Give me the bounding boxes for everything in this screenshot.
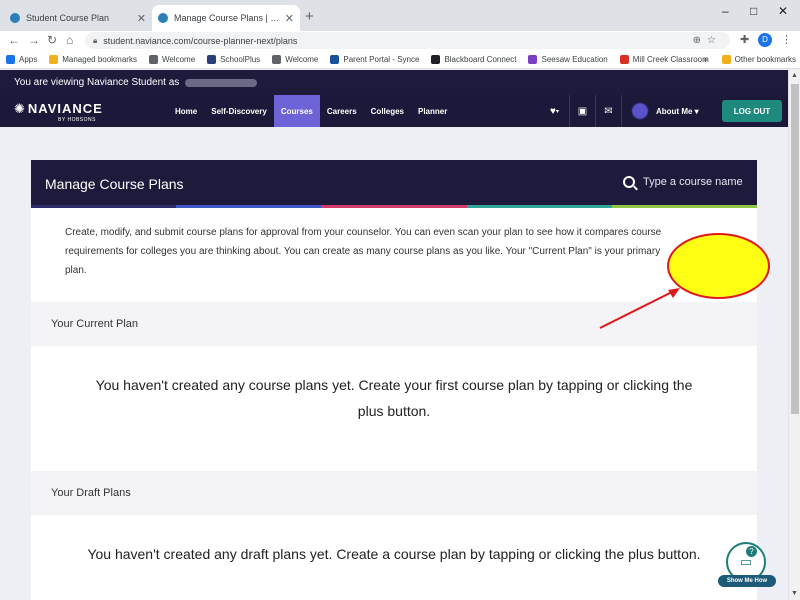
browser-menu-icon[interactable]: ⋮	[781, 33, 792, 46]
bookmark-apps[interactable]: Apps	[6, 54, 37, 64]
bookmark-seesaw[interactable]: Seesaw Education	[528, 54, 608, 64]
back-arrow-icon[interactable]: ←	[8, 32, 20, 48]
messages-chat-icon[interactable]: ▣	[570, 95, 596, 127]
other-bookmarks[interactable]: Other bookmarks	[735, 55, 796, 64]
strip-segment	[31, 205, 177, 208]
course-search	[623, 176, 743, 188]
bookmarks-bar: Apps Managed bookmarks Welcome SchoolPlu…	[0, 50, 800, 69]
scrollbar-thumb[interactable]	[791, 84, 799, 414]
profile-avatar[interactable]: D	[758, 33, 772, 47]
scroll-up-arrow-icon[interactable]: ▲	[791, 72, 798, 79]
draft-plans-title: Your Draft Plans	[51, 487, 131, 499]
browser-tab-student-course-plan[interactable]: Student Course Plan ✕	[4, 5, 152, 31]
forward-arrow-icon[interactable]: →	[28, 32, 40, 48]
mail-envelope-icon[interactable]: ✉	[596, 95, 622, 127]
bookmarks-more-chevron-icon[interactable]: »	[703, 55, 707, 64]
redacted-student-name	[185, 78, 258, 87]
strip-segment	[176, 205, 322, 208]
apps-grid-icon	[6, 54, 15, 64]
blackboard-icon	[431, 54, 441, 64]
naviance-favicon-icon	[158, 13, 168, 23]
course-search-input[interactable]	[643, 176, 743, 188]
close-window-icon[interactable]: ✕	[778, 4, 788, 18]
nav-careers[interactable]: Careers	[320, 95, 364, 127]
bookmark-parent-portal[interactable]: Parent Portal - Synce	[330, 54, 419, 64]
seesaw-icon	[528, 54, 538, 64]
bookmark-managed[interactable]: Managed bookmarks	[49, 54, 137, 64]
tab-title: Student Course Plan	[26, 13, 110, 23]
folder-icon	[49, 54, 59, 64]
globe-icon	[272, 54, 282, 64]
naviance-favicon-icon	[10, 13, 20, 23]
color-strip	[31, 205, 758, 208]
home-icon[interactable]: ⌂	[66, 32, 73, 48]
nav-colleges[interactable]: Colleges	[364, 95, 411, 127]
nav-home[interactable]: Home	[168, 95, 204, 127]
browser-toolbar: ← → ↻ ⌂ 🔒︎ student.naviance.com/course-p…	[0, 31, 800, 50]
bookmark-welcome-2[interactable]: Welcome	[272, 54, 318, 64]
close-tab-icon[interactable]: ✕	[137, 12, 146, 25]
draft-plans-header: Your Draft Plans	[31, 471, 757, 515]
red-arrow-annotation	[599, 288, 680, 329]
strip-segment	[321, 205, 467, 208]
strip-segment	[611, 205, 758, 208]
browser-tab-strip: Student Course Plan ✕ Manage Course Plan…	[0, 0, 800, 31]
bookmark-blackboard[interactable]: Blackboard Connect	[431, 54, 516, 64]
logo-subtitle: BY HOBSONS	[58, 117, 96, 123]
portal-icon	[330, 54, 340, 64]
viewing-as-text: You are viewing Naviance Student as	[14, 77, 180, 88]
youtube-icon	[619, 54, 629, 64]
manage-course-plans-card: Manage Course Plans Create, modify, and …	[31, 160, 758, 600]
bookmark-welcome-1[interactable]: Welcome	[148, 54, 195, 64]
favorites-heart-icon[interactable]: ♥ ▾	[540, 95, 570, 127]
viewing-as-banner: You are viewing Naviance Student as	[0, 70, 788, 95]
current-plan-title: Your Current Plan	[51, 318, 139, 330]
browser-tab-manage-course-plans[interactable]: Manage Course Plans | Course Pl ✕	[152, 5, 300, 31]
navbar-right: ♥ ▾ ▣ ✉ About Me ▾	[540, 95, 699, 127]
bookmark-mill-creek[interactable]: Mill Creek Classroom	[619, 54, 709, 64]
maximize-window-icon[interactable]: □	[750, 4, 757, 18]
bookmark-schoolplus[interactable]: SchoolPlus	[207, 54, 260, 64]
new-tab-button[interactable]: +	[305, 9, 314, 24]
card-header: Manage Course Plans	[31, 160, 757, 205]
nav-courses[interactable]: Courses	[273, 95, 320, 127]
tab-title: Manage Course Plans | Course Pl	[174, 13, 281, 23]
folder-icon	[721, 55, 731, 64]
bookmarks-overflow: » Other bookmarks	[703, 50, 796, 69]
page-title: Manage Course Plans	[45, 176, 184, 192]
minimize-window-icon[interactable]: –	[722, 4, 729, 18]
draft-plans-empty-message: You haven't created any draft plans yet.…	[87, 546, 701, 562]
current-plan-empty-message: You haven't created any course plans yet…	[95, 377, 693, 419]
nav-planner[interactable]: Planner	[411, 95, 454, 127]
page-scrollbar[interactable]: ▲ ▼	[788, 70, 800, 600]
strip-segment	[466, 205, 612, 208]
globe-icon	[148, 54, 158, 64]
show-me-how-label: Show Me How	[718, 575, 776, 587]
address-bar[interactable]: 🔒︎ student.naviance.com/course-planner-n…	[85, 32, 730, 49]
schoolplus-icon	[207, 54, 217, 64]
scroll-down-arrow-icon[interactable]: ▼	[791, 590, 798, 597]
nav-self-discovery[interactable]: Self-Discovery	[204, 95, 274, 127]
zoom-and-star-icons[interactable]: ⊕☆	[693, 35, 722, 46]
search-icon[interactable]	[623, 176, 635, 188]
intro-text: Create, modify, and submit course plans …	[65, 227, 662, 276]
main-nav: Home Self-Discovery Courses Careers Coll…	[168, 95, 454, 127]
close-tab-icon[interactable]: ✕	[285, 12, 294, 25]
user-avatar[interactable]	[632, 103, 648, 119]
extensions-puzzle-icon[interactable]: ✚	[740, 33, 749, 46]
logout-button[interactable]: LOG OUT	[722, 100, 782, 122]
question-badge-icon: ?	[746, 546, 757, 557]
naviance-logo-icon: ✺	[14, 101, 25, 116]
reload-icon[interactable]: ↻	[47, 32, 57, 48]
lock-icon: 🔒︎	[93, 35, 98, 45]
show-me-how-widget[interactable]: ▭ ? Show Me How	[718, 542, 776, 588]
naviance-logo[interactable]: ✺ NAVIANCE BY HOBSONS	[14, 100, 103, 123]
url-text: student.naviance.com/course-planner-next…	[103, 35, 298, 46]
naviance-navbar: ✺ NAVIANCE BY HOBSONS Home Self-Discovery…	[0, 95, 788, 127]
about-me-menu[interactable]: About Me ▾	[656, 107, 699, 116]
